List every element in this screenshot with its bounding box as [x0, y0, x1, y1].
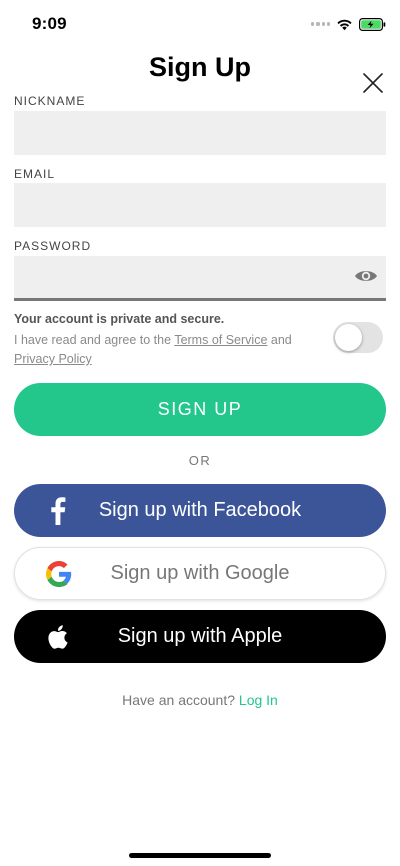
apple-signup-button[interactable]: Sign up with Apple [14, 610, 386, 663]
terms-agreement: I have read and agree to the Terms of Se… [14, 331, 332, 369]
privacy-note: Your account is private and secure. [14, 312, 225, 326]
toggle-knob [335, 324, 362, 351]
sign-up-label: SIGN UP [157, 399, 243, 419]
home-indicator[interactable] [129, 853, 271, 858]
email-label: EMAIL [14, 167, 56, 181]
password-label: PASSWORD [14, 239, 92, 253]
password-input[interactable] [14, 256, 386, 300]
facebook-icon [44, 496, 72, 525]
have-account-row: Have an account? Log In [0, 692, 400, 708]
have-account-text: Have an account? [122, 692, 236, 708]
google-signup-label: Sign up with Google [110, 562, 290, 584]
wifi-icon [337, 19, 352, 30]
eye-icon[interactable] [354, 267, 378, 285]
sign-up-button[interactable]: SIGN UP [14, 383, 386, 436]
or-divider: OR [188, 453, 212, 468]
status-icons [311, 15, 386, 33]
agree-toggle[interactable] [333, 322, 383, 353]
privacy-policy-link[interactable]: Privacy Policy [14, 352, 92, 366]
login-link[interactable]: Log In [239, 692, 278, 708]
close-icon[interactable] [362, 72, 384, 94]
nickname-input[interactable] [14, 111, 386, 155]
facebook-signup-label: Sign up with Facebook [98, 499, 302, 521]
agree-prefix: I have read and agree to the [14, 333, 175, 347]
agree-and: and [267, 333, 292, 347]
terms-link[interactable]: Terms of Service [174, 333, 267, 347]
cellular-signal-icon [311, 22, 330, 26]
status-time: 9:09 [32, 14, 67, 33]
battery-charging-icon [359, 17, 386, 31]
apple-icon [44, 623, 72, 651]
page-title: Sign Up [149, 52, 251, 82]
facebook-signup-button[interactable]: Sign up with Facebook [14, 484, 386, 537]
email-input[interactable] [14, 183, 386, 227]
password-underline [14, 298, 386, 301]
apple-signup-label: Sign up with Apple [117, 625, 283, 647]
google-signup-button[interactable]: Sign up with Google [14, 547, 386, 600]
nickname-label: NICKNAME [14, 94, 86, 108]
google-icon [45, 560, 73, 588]
